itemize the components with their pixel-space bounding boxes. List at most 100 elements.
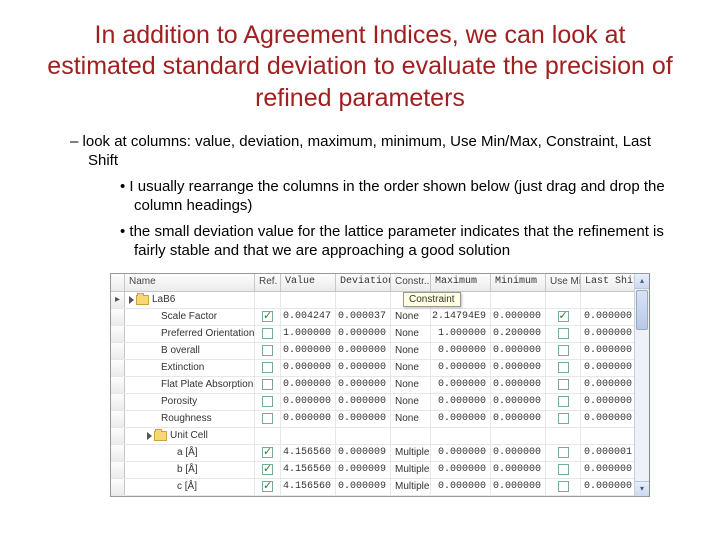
cell-constraint: None: [391, 360, 431, 376]
checkbox[interactable]: [262, 413, 273, 424]
cell-lastshift: 0.000000: [581, 309, 636, 325]
table-row[interactable]: ▸LaB6: [111, 292, 649, 309]
cell-useminmax[interactable]: [546, 360, 581, 376]
col-header-maximum[interactable]: Maximum: [431, 274, 491, 291]
cell-name[interactable]: Porosity: [125, 394, 255, 410]
cell-useminmax[interactable]: [546, 428, 581, 444]
cell-useminmax[interactable]: [546, 377, 581, 393]
cell-name[interactable]: Extinction: [125, 360, 255, 376]
col-header-name[interactable]: Name: [125, 274, 255, 291]
col-header-value[interactable]: Value: [281, 274, 336, 291]
cell-ref[interactable]: [255, 343, 281, 359]
cell-deviation: 0.000009: [336, 462, 391, 478]
checkbox[interactable]: [558, 413, 569, 424]
scroll-down-button[interactable]: ▾: [635, 481, 649, 496]
checkbox[interactable]: [262, 362, 273, 373]
table-row[interactable]: Porosity0.0000000.000000None0.0000000.00…: [111, 394, 649, 411]
table-row[interactable]: Roughness0.0000000.000000None0.0000000.0…: [111, 411, 649, 428]
cell-ref[interactable]: [255, 479, 281, 495]
cell-ref[interactable]: [255, 394, 281, 410]
expand-icon[interactable]: [129, 296, 134, 304]
checkbox[interactable]: [262, 481, 273, 492]
cell-name[interactable]: Unit Cell: [125, 428, 255, 444]
cell-minimum: 0.000000: [491, 445, 546, 461]
cell-value: 4.156560: [281, 445, 336, 461]
checkbox[interactable]: [262, 379, 273, 390]
col-header-deviation[interactable]: Deviation: [336, 274, 391, 291]
cell-ref[interactable]: [255, 360, 281, 376]
cell-deviation: 0.000037: [336, 309, 391, 325]
checkbox[interactable]: [558, 345, 569, 356]
checkbox[interactable]: [262, 396, 273, 407]
checkbox[interactable]: [558, 379, 569, 390]
cell-ref[interactable]: [255, 377, 281, 393]
table-row[interactable]: a [Å]4.1565600.000009Multiple..0.0000000…: [111, 445, 649, 462]
cell-useminmax[interactable]: [546, 394, 581, 410]
checkbox[interactable]: [558, 328, 569, 339]
checkbox[interactable]: [558, 311, 569, 322]
table-row[interactable]: Extinction0.0000000.000000None0.0000000.…: [111, 360, 649, 377]
scroll-up-button[interactable]: ▴: [635, 274, 649, 289]
cell-name[interactable]: Roughness: [125, 411, 255, 427]
col-header-constraint[interactable]: Constr..: [391, 274, 431, 291]
row-marker: [111, 326, 125, 342]
table-row[interactable]: Flat Plate Absorption C..0.0000000.00000…: [111, 377, 649, 394]
cell-minimum: 0.000000: [491, 343, 546, 359]
cell-ref[interactable]: [255, 445, 281, 461]
cell-ref[interactable]: [255, 292, 281, 308]
cell-useminmax[interactable]: [546, 479, 581, 495]
cell-value: 0.000000: [281, 394, 336, 410]
cell-deviation: [336, 428, 391, 444]
checkbox[interactable]: [558, 464, 569, 475]
cell-useminmax[interactable]: [546, 292, 581, 308]
expand-icon[interactable]: [147, 432, 152, 440]
cell-value: 0.000000: [281, 377, 336, 393]
table-row[interactable]: b [Å]4.1565600.000009Multiple..0.0000000…: [111, 462, 649, 479]
cell-name[interactable]: c [Å]: [125, 479, 255, 495]
cell-ref[interactable]: [255, 411, 281, 427]
cell-lastshift: 0.000000: [581, 479, 636, 495]
checkbox[interactable]: [262, 464, 273, 475]
table-row[interactable]: Unit Cell: [111, 428, 649, 445]
cell-ref[interactable]: [255, 309, 281, 325]
checkbox[interactable]: [558, 396, 569, 407]
cell-name[interactable]: LaB6: [125, 292, 255, 308]
cell-maximum: 0.000000: [431, 343, 491, 359]
checkbox[interactable]: [558, 447, 569, 458]
cell-useminmax[interactable]: [546, 343, 581, 359]
col-header-minimum[interactable]: Minimum: [491, 274, 546, 291]
bullet-level2-b: the small deviation value for the lattic…: [120, 222, 680, 261]
checkbox[interactable]: [262, 447, 273, 458]
table-row[interactable]: Scale Factor0.0042470.000037None2.14794E…: [111, 309, 649, 326]
cell-ref[interactable]: [255, 462, 281, 478]
table-row[interactable]: B overall0.0000000.000000None0.0000000.0…: [111, 343, 649, 360]
cell-useminmax[interactable]: [546, 411, 581, 427]
cell-maximum: 0.000000: [431, 445, 491, 461]
scroll-thumb[interactable]: [636, 290, 648, 330]
slide-title: In addition to Agreement Indices, we can…: [40, 20, 680, 114]
cell-useminmax[interactable]: [546, 309, 581, 325]
cell-minimum: 0.200000: [491, 326, 546, 342]
cell-name[interactable]: b [Å]: [125, 462, 255, 478]
cell-useminmax[interactable]: [546, 445, 581, 461]
table-row[interactable]: Preferred Orientation1.0000000.000000Non…: [111, 326, 649, 343]
col-header-lastshift[interactable]: Last Shift: [581, 274, 636, 291]
checkbox[interactable]: [558, 362, 569, 373]
col-header-useminmax[interactable]: Use Mi..: [546, 274, 581, 291]
table-row[interactable]: c [Å]4.1565600.000009Multiple..0.0000000…: [111, 479, 649, 496]
vertical-scrollbar[interactable]: ▴ ▾: [634, 274, 649, 496]
cell-ref[interactable]: [255, 428, 281, 444]
col-header-ref[interactable]: Ref.: [255, 274, 281, 291]
cell-useminmax[interactable]: [546, 462, 581, 478]
checkbox[interactable]: [262, 311, 273, 322]
checkbox[interactable]: [262, 345, 273, 356]
cell-useminmax[interactable]: [546, 326, 581, 342]
checkbox[interactable]: [262, 328, 273, 339]
cell-name[interactable]: a [Å]: [125, 445, 255, 461]
checkbox[interactable]: [558, 481, 569, 492]
cell-ref[interactable]: [255, 326, 281, 342]
cell-name[interactable]: Scale Factor: [125, 309, 255, 325]
cell-name[interactable]: Preferred Orientation: [125, 326, 255, 342]
cell-name[interactable]: Flat Plate Absorption C..: [125, 377, 255, 393]
cell-name[interactable]: B overall: [125, 343, 255, 359]
